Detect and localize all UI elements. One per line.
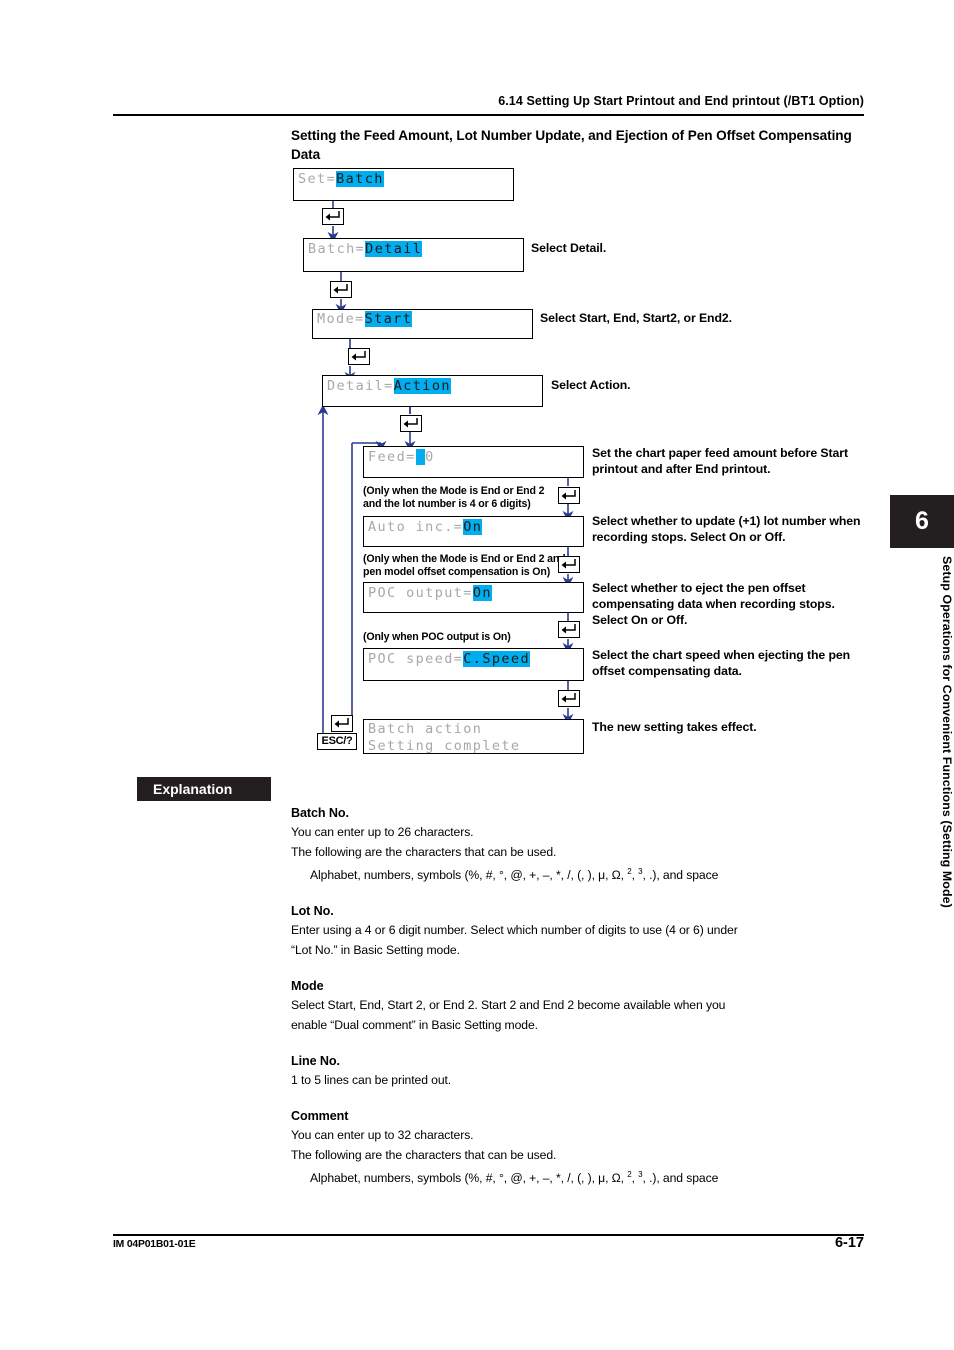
lcd-screen-complete: Batch action Setting complete [363,719,584,754]
chapter-vertical-title: Setup Operations for Convenient Function… [940,556,954,908]
lcd-text-complete-line2: Setting complete [368,738,521,754]
explanation-block-line-no: Line No. 1 to 5 lines can be printed out… [291,1054,866,1090]
page-title: Setting the Feed Amount, Lot Number Upda… [291,128,852,162]
document-code: IM 04P01B01-01E [113,1239,196,1250]
note-poc-output: (Only when the Mode is End or End 2 and … [363,553,566,579]
lcd-text-detail: Detail=Action [327,378,451,394]
callout-complete: The new setting takes effect. [592,720,757,734]
explanation-block-batch-no: Batch No. You can enter up to 26 charact… [291,806,866,885]
lcd-text-complete-line1: Batch action [368,721,483,737]
enter-key-icon-1 [322,208,344,225]
enter-key-icon-2 [330,281,352,298]
explanation-block-mode: Mode Select Start, End, Start 2, or End … [291,979,866,1035]
explanation-heading: Batch No. [291,806,349,820]
explanation-line: The following are the characters that ca… [291,845,557,859]
explanation-heading: Mode [291,979,324,994]
enter-key-icon-4 [400,415,422,432]
explanation-line: “Lot No.” in Basic Setting mode. [291,943,460,958]
page-header-title: 6.14 Setting Up Start Printout and End p… [498,94,864,108]
note-auto-inc: (Only when the Mode is End or End 2 and … [363,485,545,511]
enter-key-icon-8 [558,690,580,707]
explanation-heading: Line No. [291,1054,340,1069]
enter-key-icon-6 [558,556,580,573]
explanation-symbols-line: Alphabet, numbers, symbols (%, #, °, @, … [310,867,719,883]
explanation-line: 1 to 5 lines can be printed out. [291,1073,452,1088]
lcd-text-set: Set=Batch [298,171,384,187]
callout-poc-speed: Select the chart speed when ejecting the… [592,648,851,679]
explanation-line: Enter using a 4 or 6 digit number. Selec… [291,923,738,938]
lcd-text-mode: Mode=Start [317,311,413,327]
callout-poc-output: Select whether to eject the pen offset c… [592,581,835,628]
explanation-line: Select Start, End, Start 2, or End 2. St… [291,998,726,1013]
header-divider [113,114,864,116]
explanation-heading: Comment [291,1109,349,1124]
lcd-text-feed: Feed= 0 [368,449,435,465]
lcd-screen-set: Set=Batch [293,168,514,201]
lcd-text-poc-speed: POC speed=C.Speed [368,651,530,667]
explanation-symbols-line: Alphabet, numbers, symbols (%, #, °, @, … [310,1170,719,1186]
lcd-screen-poc-output: POC output=On [363,582,584,613]
callout-detail: Select Action. [551,378,631,392]
page-number: 6-17 [834,1235,864,1251]
explanation-line: You can enter up to 26 characters. [291,825,474,839]
callout-batch: Select Detail. [531,241,607,255]
explanation-tag: Explanation [137,777,271,801]
lcd-text-batch: Batch=Detail [308,241,423,257]
explanation-heading: Lot No. [291,904,334,919]
callout-feed: Set the chart paper feed amount before S… [592,446,848,477]
lcd-text-poc-output: POC output=On [368,585,492,601]
esc-key-button[interactable]: ESC/? [317,733,357,750]
lcd-text-auto-inc: Auto inc.=On [368,519,483,535]
explanation-line: enable “Dual comment” in Basic Setting m… [291,1018,538,1033]
chapter-number-tab: 6 [890,495,954,548]
lcd-screen-mode: Mode=Start [312,309,533,339]
enter-key-icon-3 [348,348,370,365]
enter-key-icon-7 [558,621,580,638]
lcd-screen-batch: Batch=Detail [303,238,524,272]
explanation-body: Batch No. You can enter up to 26 charact… [291,806,866,1188]
lcd-screen-auto-inc: Auto inc.=On [363,516,584,547]
callout-auto-inc: Select whether to update (+1) lot number… [592,514,861,545]
lcd-screen-poc-speed: POC speed=C.Speed [363,648,584,681]
callout-mode: Select Start, End, Start2, or End2. [540,311,732,325]
enter-key-icon-9 [331,715,353,732]
explanation-line: The following are the characters that ca… [291,1148,557,1163]
explanation-block-lot-no: Lot No. Enter using a 4 or 6 digit numbe… [291,904,866,960]
explanation-block-comment: Comment You can enter up to 32 character… [291,1109,866,1188]
lcd-screen-detail: Detail=Action [322,375,543,407]
explanation-line: You can enter up to 32 characters. [291,1128,474,1143]
lcd-screen-feed: Feed= 0 [363,446,584,478]
note-poc-speed: (Only when POC output is On) [363,631,511,643]
footer-divider [113,1234,864,1236]
enter-key-icon-5 [558,487,580,504]
